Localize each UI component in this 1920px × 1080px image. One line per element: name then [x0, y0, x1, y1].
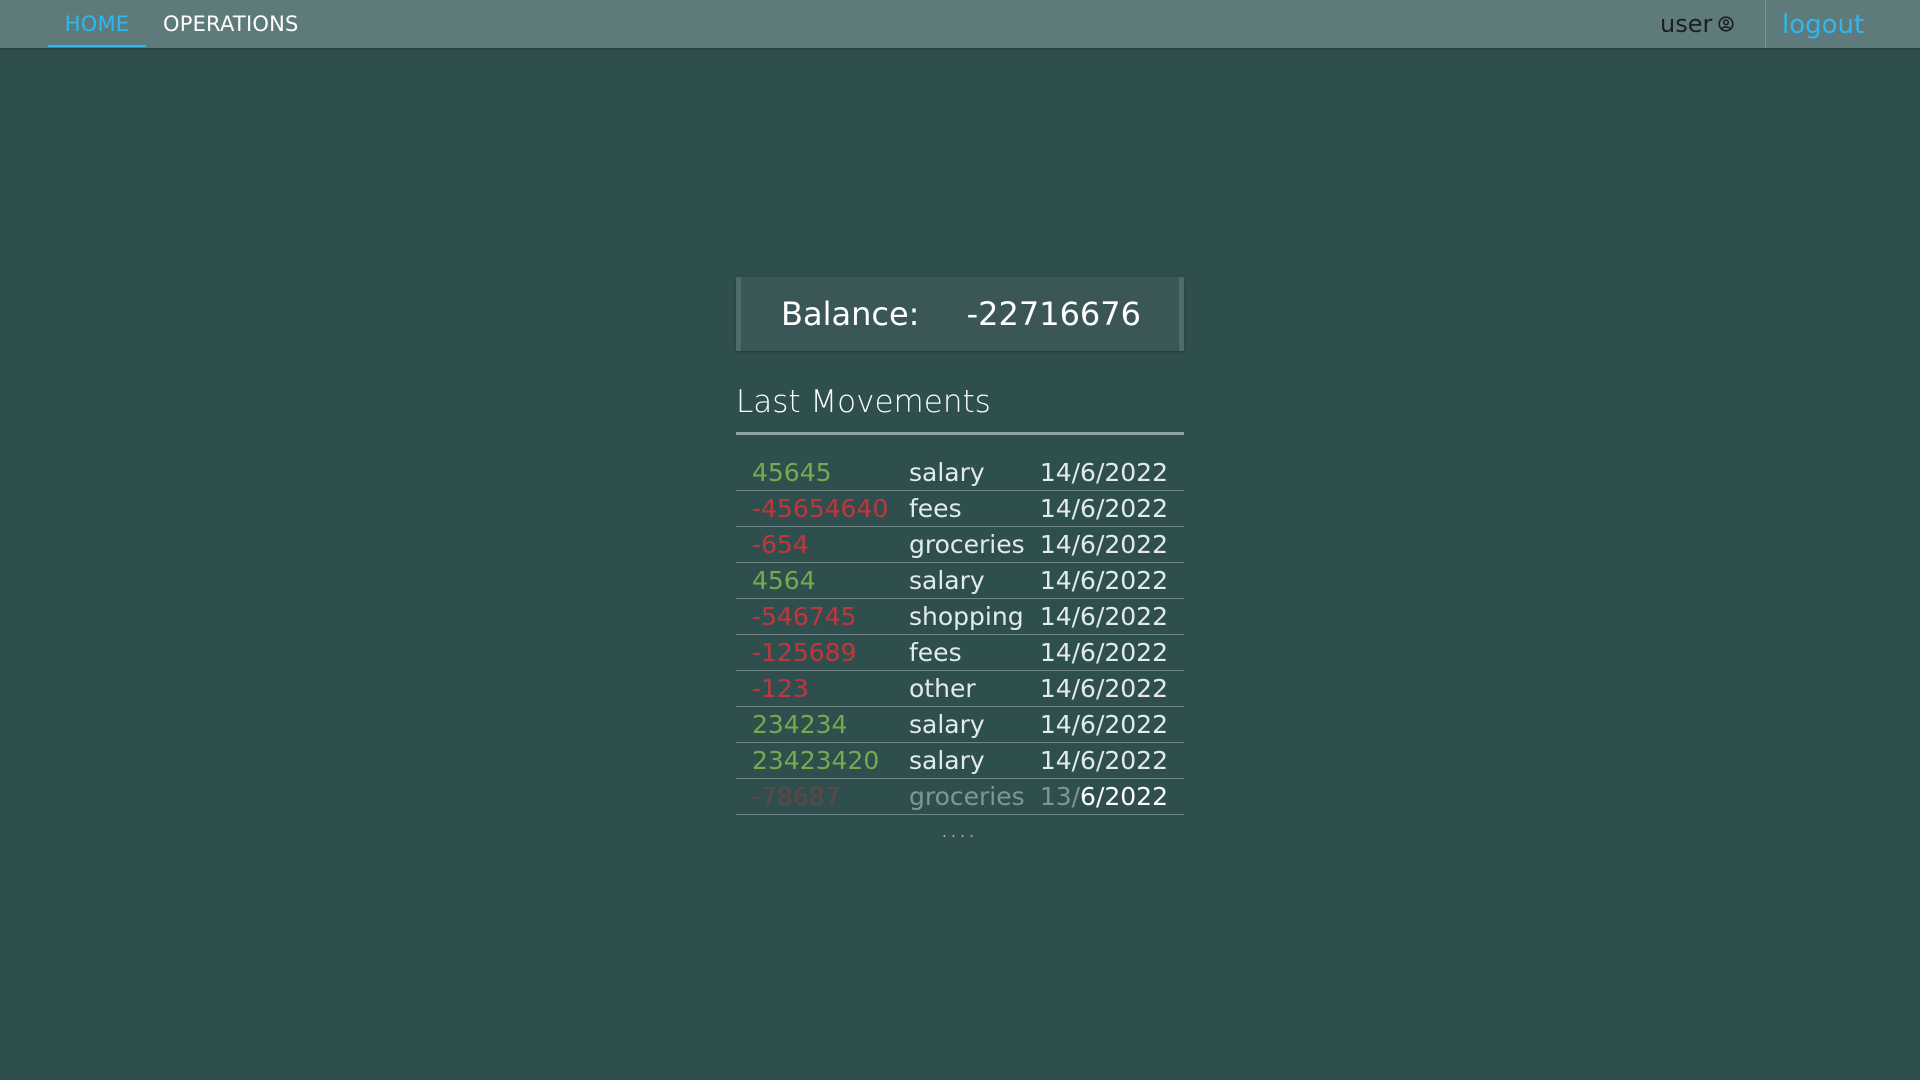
movement-category: groceries	[909, 782, 1025, 811]
movement-row: -45654640 fees 14/6/2022	[736, 491, 1184, 527]
movement-amount: 234234	[752, 710, 848, 739]
movement-date: 14/6/2022	[1039, 746, 1168, 775]
movement-date: 14/6/2022	[1039, 602, 1168, 631]
user-circle-icon	[1718, 16, 1734, 32]
top-navbar: HOME OPERATIONS user logout	[0, 0, 1920, 48]
movement-category: salary	[909, 458, 985, 487]
movement-row: -654 groceries 14/6/2022	[736, 527, 1184, 563]
movement-date: 14/6/2022	[1039, 458, 1168, 487]
movement-category: fees	[909, 494, 962, 523]
nav-divider	[1765, 0, 1766, 48]
more-indicator: ....	[941, 822, 979, 841]
movement-date: 13/6/2022	[1040, 779, 1168, 815]
movement-amount: -123	[752, 674, 809, 703]
movement-date: 14/6/2022	[1039, 566, 1168, 595]
movement-category: groceries	[909, 530, 1025, 559]
movement-date: 14/6/2022	[1039, 494, 1168, 523]
movements-title: Last Movements	[736, 384, 991, 420]
movement-row: 23423420 salary 14/6/2022	[736, 743, 1184, 779]
movement-date: 14/6/2022	[1039, 674, 1168, 703]
movement-row: -125689 fees 14/6/2022	[736, 635, 1184, 671]
balance-card: Balance: -22716676	[736, 277, 1184, 351]
movement-date: 14/6/2022	[1039, 530, 1168, 559]
movement-date-tail: 6/2022	[1080, 782, 1168, 811]
movement-row: -78687 groceries 13/6/2022	[736, 779, 1184, 815]
movement-row: -123 other 14/6/2022	[736, 671, 1184, 707]
nav-operations-link[interactable]: OPERATIONS	[163, 0, 299, 48]
movement-category: salary	[909, 710, 985, 739]
movement-amount: -45654640	[752, 494, 889, 523]
movement-date-head: 13/	[1039, 782, 1081, 811]
movements-divider	[736, 432, 1184, 435]
movement-date: 14/6/2022	[1039, 710, 1168, 739]
movement-row: 45645 salary 14/6/2022	[736, 455, 1184, 491]
movement-amount: 45645	[752, 458, 832, 487]
movement-amount: -654	[752, 530, 809, 559]
movement-date: 14/6/2022	[1039, 638, 1168, 667]
movement-amount: -125689	[752, 638, 857, 667]
nav-active-indicator	[48, 45, 146, 47]
balance-value: -22716676	[966, 295, 1141, 333]
balance-label: Balance:	[781, 295, 920, 333]
movement-category: salary	[909, 746, 985, 775]
movement-amount: -78687	[752, 782, 841, 811]
movement-row: -546745 shopping 14/6/2022	[736, 599, 1184, 635]
movement-amount: 23423420	[752, 746, 880, 775]
movement-category: other	[909, 674, 976, 703]
movements-list: 45645 salary 14/6/2022 -45654640 fees 14…	[736, 455, 1184, 815]
movement-amount: -546745	[752, 602, 857, 631]
nav-home-link[interactable]: HOME	[48, 0, 146, 48]
movement-row: 4564 salary 14/6/2022	[736, 563, 1184, 599]
movement-amount: 4564	[752, 566, 816, 595]
user-menu[interactable]: user	[1660, 0, 1734, 48]
movement-category: salary	[909, 566, 985, 595]
movement-category: fees	[909, 638, 962, 667]
logout-link[interactable]: logout	[1782, 0, 1864, 48]
movement-category: shopping	[909, 602, 1024, 631]
movement-row: 234234 salary 14/6/2022	[736, 707, 1184, 743]
user-label: user	[1660, 10, 1713, 38]
